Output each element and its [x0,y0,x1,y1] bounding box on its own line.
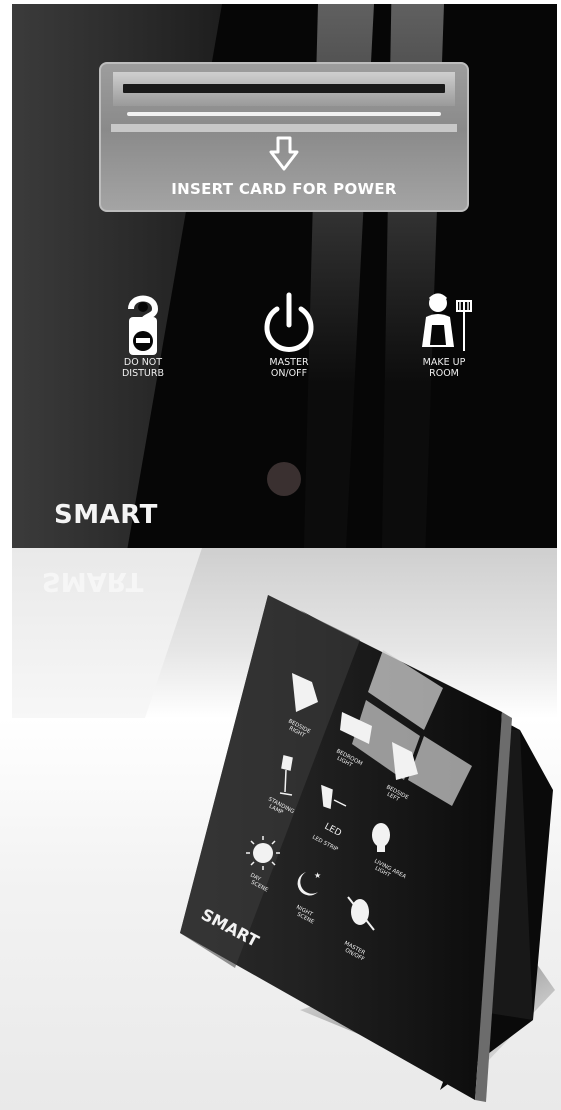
light-switch-panel: BEDSIDERIGHT BEDROOMLIGHT BEDSIDELEFT ST… [180,595,555,1102]
product-image: INSERT CARD FOR POWER DO NOT DISTURB MAS… [0,0,561,1110]
svg-text:★: ★ [314,871,321,880]
sun-icon [253,843,273,863]
light-bulb-icon [372,823,390,847]
